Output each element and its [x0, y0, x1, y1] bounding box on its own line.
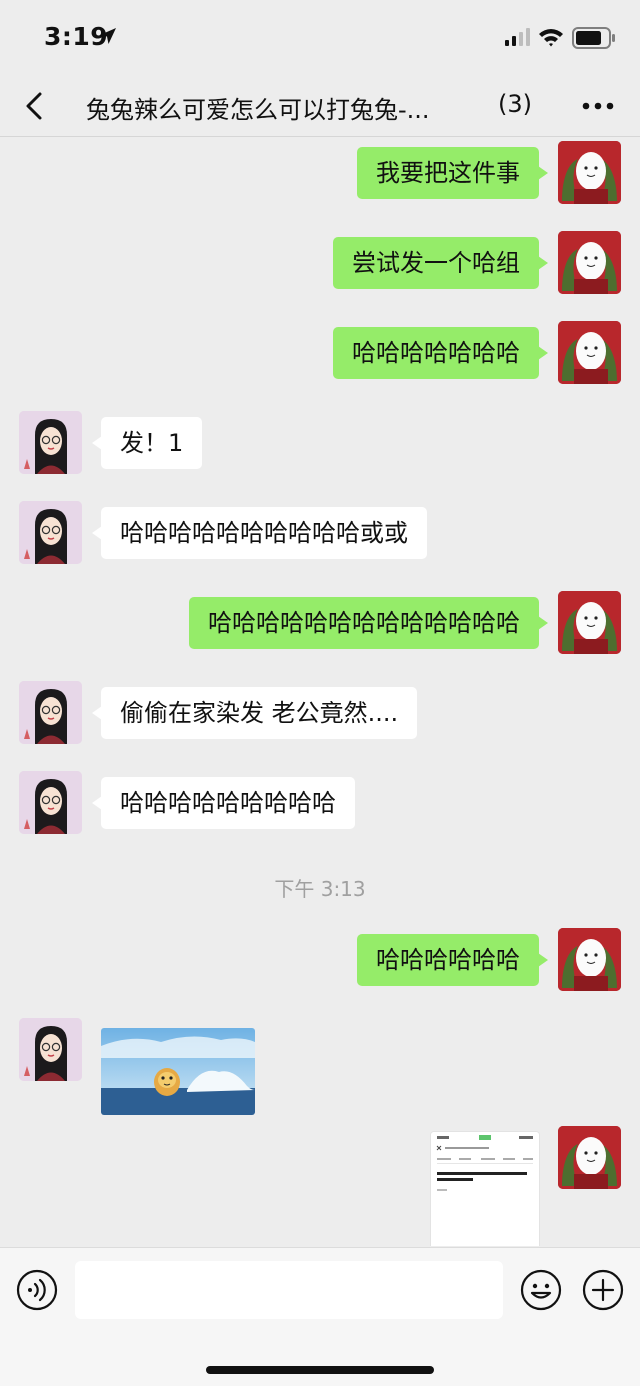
cellular-signal-icon: [505, 28, 530, 46]
back-chevron-icon[interactable]: [18, 86, 54, 126]
message-bubble-incoming[interactable]: 哈哈哈哈哈哈哈哈哈: [92, 777, 355, 829]
sender-avatar[interactable]: [19, 771, 82, 834]
more-functions-plus-icon[interactable]: [582, 1269, 624, 1311]
my-avatar[interactable]: [558, 231, 621, 294]
message-bubble-outgoing[interactable]: 我要把这件事: [357, 147, 548, 199]
my-avatar[interactable]: [558, 321, 621, 384]
message-input-bar: [0, 1247, 640, 1386]
my-avatar[interactable]: [558, 928, 621, 991]
sender-avatar[interactable]: [19, 681, 82, 744]
message-bubble-incoming[interactable]: 哈哈哈哈哈哈哈哈哈哈或或: [92, 507, 427, 559]
status-bar: 3:19: [0, 0, 640, 76]
message-bubble-incoming[interactable]: 发！1: [91, 417, 203, 469]
my-avatar[interactable]: [558, 591, 621, 654]
message-bubble-outgoing[interactable]: 哈哈哈哈哈哈哈哈哈哈哈哈哈: [189, 597, 548, 649]
my-avatar[interactable]: [558, 141, 621, 204]
my-avatar[interactable]: [558, 1126, 621, 1189]
sticker-image[interactable]: [101, 1028, 255, 1115]
chat-header: 兔兔辣么可爱怎么可以打兔兔-... (3): [0, 76, 640, 137]
wifi-icon: [539, 29, 563, 47]
screenshot-thumbnail-image[interactable]: [431, 1132, 539, 1246]
message-text-input[interactable]: [75, 1261, 503, 1319]
message-bubble-outgoing[interactable]: 尝试发一个哈组: [333, 237, 548, 289]
home-indicator: [206, 1366, 434, 1374]
message-bubble-outgoing[interactable]: 哈哈哈哈哈哈哈: [333, 327, 548, 379]
voice-input-icon[interactable]: [16, 1269, 58, 1311]
sender-avatar[interactable]: [19, 1018, 82, 1081]
battery-icon: [572, 27, 615, 49]
more-options-icon[interactable]: [576, 92, 620, 120]
chat-title: 兔兔辣么可爱怎么可以打兔兔-...: [86, 96, 430, 124]
message-bubble-incoming[interactable]: 偷偷在家染发 老公竟然....: [91, 687, 418, 739]
emoji-icon[interactable]: [520, 1269, 562, 1311]
location-arrow-icon: [100, 28, 116, 44]
sender-avatar[interactable]: [19, 411, 82, 474]
sender-avatar[interactable]: [19, 501, 82, 564]
time-divider: 下午 3:13: [274, 877, 366, 901]
member-count: (3): [498, 90, 532, 118]
chat-message-list[interactable]: 我要把这件事 尝试发一个哈组 哈哈哈哈哈哈哈 发！1 哈哈哈哈哈哈哈哈哈哈或或 …: [0, 136, 640, 1246]
message-bubble-outgoing[interactable]: 哈哈哈哈哈哈: [357, 934, 548, 986]
